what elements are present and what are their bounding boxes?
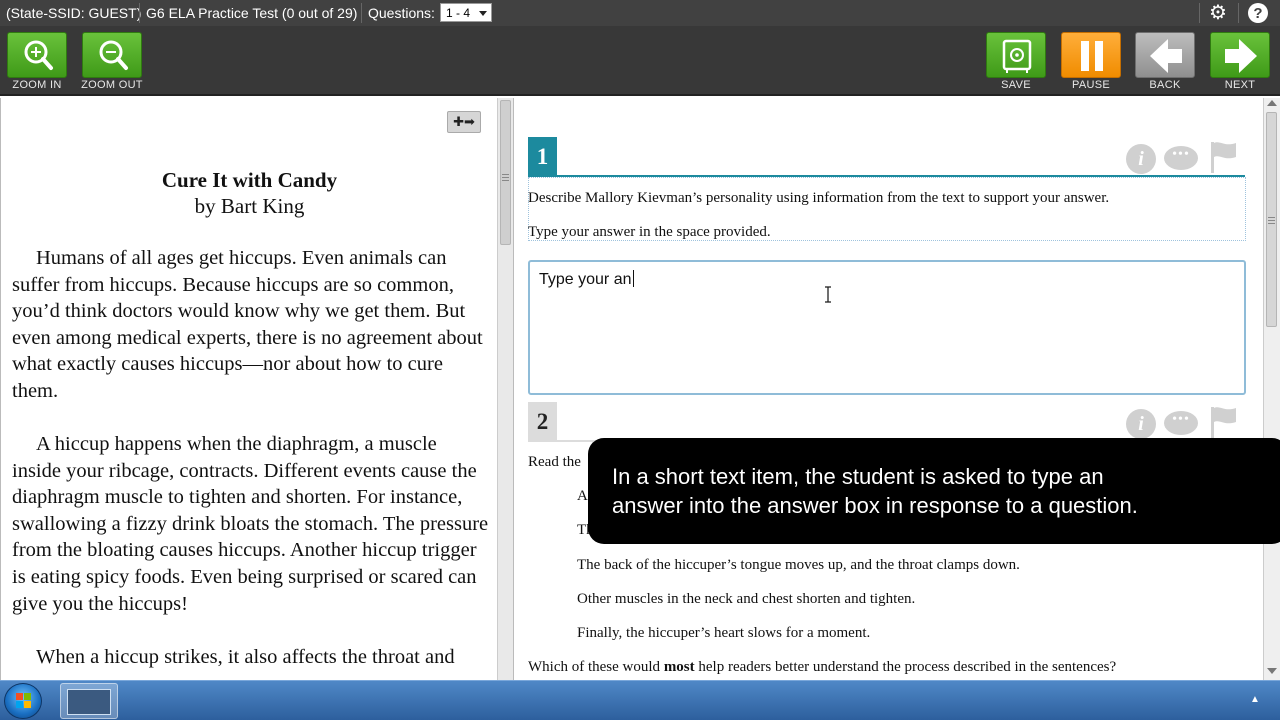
questions-dropdown[interactable]: 1 - 4 xyxy=(440,3,492,22)
zoom-out-icon xyxy=(99,40,128,70)
next-label: NEXT xyxy=(1224,79,1256,91)
gear-icon[interactable]: ⚙ xyxy=(1206,2,1230,24)
passage-author: by Bart King xyxy=(194,194,305,218)
caption-line: answer into the answer box in response t… xyxy=(612,493,1138,518)
zoom-in-label: ZOOM IN xyxy=(12,79,62,91)
caption-overlay: In a short text item, the student is ask… xyxy=(588,438,1280,544)
questions-dropdown-value: 1 - 4 xyxy=(446,6,471,20)
passage-scrollbar[interactable] xyxy=(497,98,514,680)
divider xyxy=(1238,3,1239,23)
text-cursor-icon xyxy=(825,286,831,303)
question-panel: 1 i ••• Describe Mallory Kievman’s perso… xyxy=(514,98,1263,680)
info-bar: (State-SSID: GUEST) G6 ELA Practice Test… xyxy=(0,0,1280,26)
pause-label: PAUSE xyxy=(1072,79,1110,91)
step-a: A xyxy=(577,488,588,504)
divider xyxy=(361,3,362,23)
step-text: Other muscles in the neck and chest shor… xyxy=(577,591,916,607)
scrollbar-thumb[interactable] xyxy=(500,100,511,245)
back-label: BACK xyxy=(1149,79,1181,91)
question2-lead: Read the xyxy=(528,454,581,470)
start-button[interactable] xyxy=(4,683,42,719)
arrow-right-icon xyxy=(1225,39,1257,73)
expand-passage-button[interactable]: ✚➡ xyxy=(447,111,481,133)
scroll-down-icon[interactable] xyxy=(1267,668,1277,674)
passage-paragraph: A hiccup happens when the diaphragm, a m… xyxy=(12,433,489,615)
passage-title: Cure It with Candy xyxy=(161,168,338,192)
info-icon[interactable]: i xyxy=(1126,409,1156,439)
zoom-in-button[interactable] xyxy=(7,32,67,78)
save-label: SAVE xyxy=(1001,79,1031,91)
info-icon[interactable]: i xyxy=(1126,144,1156,174)
passage-panel: ✚➡ Cure It with Candy by Bart King Human… xyxy=(0,98,497,680)
answer-text: Type your an xyxy=(539,270,634,288)
step-text: Finally, the hiccuper’s heart slows for … xyxy=(577,625,871,641)
divider xyxy=(1199,3,1200,23)
svg-text:?: ? xyxy=(1253,5,1262,22)
caption-line: In a short text item, the student is ask… xyxy=(612,464,1104,489)
divider xyxy=(139,3,140,23)
ssid-label: (State-SSID: GUEST) xyxy=(6,5,142,21)
comment-icon[interactable]: ••• xyxy=(1164,411,1198,435)
tray-expand-icon[interactable]: ▲ xyxy=(1250,694,1260,705)
flag-icon[interactable] xyxy=(1208,405,1238,439)
taskbar: ▲ xyxy=(0,680,1280,720)
save-button[interactable] xyxy=(986,32,1046,78)
question-tools: i ••• xyxy=(1126,405,1236,439)
windows-logo-icon xyxy=(16,693,31,708)
flag-icon[interactable] xyxy=(1208,140,1238,174)
app-thumbnail xyxy=(67,689,111,715)
question-number: 2 xyxy=(528,402,557,442)
question-instruction: Type your answer in the space provided. xyxy=(528,224,771,240)
help-icon[interactable]: ? xyxy=(1246,2,1270,24)
pause-button[interactable] xyxy=(1061,32,1121,78)
passage-paragraph: Humans of all ages get hiccups. Even ani… xyxy=(12,247,483,402)
back-button[interactable] xyxy=(1135,32,1195,78)
answer-textbox[interactable]: Type your an xyxy=(528,260,1246,395)
chevron-down-icon xyxy=(479,11,487,16)
question-tools: i ••• xyxy=(1126,140,1236,174)
pause-icon xyxy=(1081,41,1103,71)
scroll-up-icon[interactable] xyxy=(1267,100,1277,106)
test-title: G6 ELA Practice Test (0 out of 29) xyxy=(146,5,358,21)
taskbar-app-item[interactable] xyxy=(60,683,118,719)
question2-prompt: Which of these would most help readers b… xyxy=(528,659,1117,675)
zoom-out-button[interactable] xyxy=(82,32,142,78)
toolbar: ZOOM IN ZOOM OUT SAVE PAUSE BACK NEXT xyxy=(0,26,1280,96)
question-scrollbar[interactable] xyxy=(1263,98,1280,680)
question-prompt: Describe Mallory Kievman’s personality u… xyxy=(528,190,1110,206)
expand-arrows-icon: ✚➡ xyxy=(453,114,475,129)
comment-icon[interactable]: ••• xyxy=(1164,146,1198,170)
passage-paragraph: When a hiccup strikes, it also affects t… xyxy=(36,646,455,668)
next-button[interactable] xyxy=(1210,32,1270,78)
zoom-out-label: ZOOM OUT xyxy=(81,79,143,91)
step-text: The back of the hiccuper’s tongue moves … xyxy=(577,557,1020,573)
arrow-left-icon xyxy=(1150,39,1182,73)
zoom-in-icon xyxy=(24,40,53,70)
questions-label: Questions: xyxy=(368,5,435,21)
safe-icon xyxy=(1002,39,1032,73)
question-number: 1 xyxy=(528,137,557,177)
